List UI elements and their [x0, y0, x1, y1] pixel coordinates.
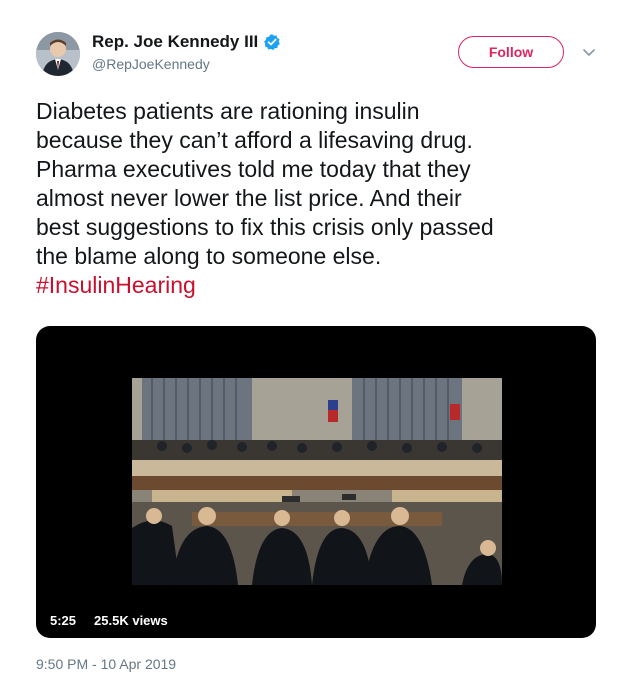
tweet-timestamp[interactable]: 9:50 PM - 10 Apr 2019 — [36, 656, 176, 672]
tweet-text: Diabetes patients are rationing insulin … — [36, 97, 606, 300]
video-thumbnail[interactable] — [132, 378, 502, 585]
author-handle[interactable]: @RepJoeKennedy — [92, 56, 210, 72]
video-duration: 5:25 — [44, 610, 83, 632]
author-name-row[interactable]: Rep. Joe Kennedy III — [92, 32, 281, 52]
author-display-name[interactable]: Rep. Joe Kennedy III — [92, 32, 258, 52]
verified-badge-icon — [263, 33, 281, 51]
video-player[interactable]: 5:25 25.5K views — [36, 326, 596, 638]
hashtag-link[interactable]: #InsulinHearing — [36, 272, 196, 298]
follow-button[interactable]: Follow — [458, 36, 564, 68]
video-views: 25.5K views — [88, 610, 174, 632]
avatar[interactable] — [36, 32, 80, 76]
tweet-body: Diabetes patients are rationing insulin … — [36, 98, 494, 269]
chevron-down-icon[interactable] — [582, 46, 596, 58]
video-overlay-badges: 5:25 25.5K views — [44, 610, 174, 632]
